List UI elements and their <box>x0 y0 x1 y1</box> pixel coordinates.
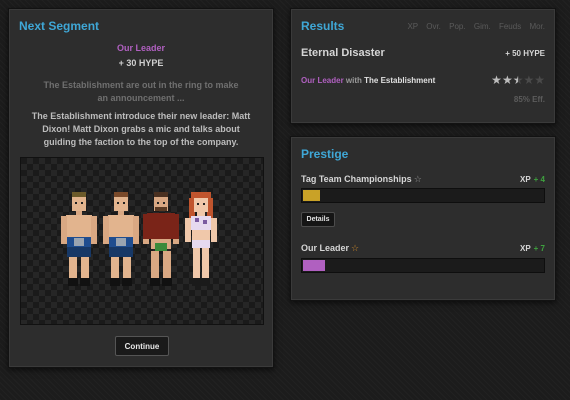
segment-leader-name: Our Leader <box>116 43 165 53</box>
prestige-progress-bar <box>301 188 545 203</box>
participant-faction[interactable]: The Establishment <box>364 76 435 85</box>
prestige-item-name: Our Leader <box>301 243 350 253</box>
leader-sprite <box>143 192 179 286</box>
prestige-item-name: Tag Team Championships <box>301 174 412 184</box>
prestige-xp: XP + 7 <box>520 244 545 253</box>
segment-description-faded: The Establishment are out in the ring to… <box>43 80 239 103</box>
prestige-progress-fill <box>303 260 325 271</box>
results-column-headers: XP Ovr. Pop. Gim. Feuds Mor. <box>401 22 545 31</box>
header-mor: Mor. <box>529 22 545 31</box>
prestige-item-label: Our Leader ☆ <box>301 243 359 254</box>
result-participants: Our Leader with The Establishment <box>301 76 435 85</box>
rating-star-icon: ★ <box>512 73 524 87</box>
xp-delta: + 4 <box>533 175 545 184</box>
header-feuds: Feuds <box>498 22 522 31</box>
details-button[interactable]: Details <box>301 212 335 227</box>
wrestler-stage <box>20 157 264 325</box>
efficiency-label: 85% Eff. <box>513 95 545 104</box>
prestige-xp: XP + 4 <box>520 175 545 184</box>
star-outline-icon: ☆ <box>351 243 360 253</box>
rating-star-icon: ★ <box>501 73 513 87</box>
prestige-title: Prestige <box>301 147 349 161</box>
wrestler-sprite <box>61 192 97 286</box>
participant-leader[interactable]: Our Leader <box>301 76 344 85</box>
participant-with: with <box>343 76 365 85</box>
wrestler-sprite <box>103 192 139 286</box>
segment-description: The Establishment introduce their new le… <box>31 111 251 147</box>
rating-star-icon: ★ <box>523 73 535 87</box>
header-pop: Pop. <box>449 22 466 31</box>
xp-delta: + 7 <box>533 244 545 253</box>
header-ovr: Ovr. <box>426 22 441 31</box>
result-segment-name: Eternal Disaster <box>301 47 385 59</box>
results-panel: Results XP Ovr. Pop. Gim. Feuds Mor. Ete… <box>290 8 556 124</box>
next-segment-title: Next Segment <box>19 19 100 33</box>
next-segment-panel: Next Segment Our Leader + 30 HYPE The Es… <box>8 8 274 368</box>
prestige-item-label: Tag Team Championships ☆ <box>301 174 422 185</box>
rating-star-icon: ★ <box>534 73 545 87</box>
prestige-progress-bar <box>301 258 545 273</box>
header-gim: Gim. <box>473 22 491 31</box>
results-title: Results <box>301 19 345 33</box>
header-xp: XP <box>407 22 418 31</box>
xp-label: XP <box>519 175 531 184</box>
segment-hype: + 30 HYPE <box>118 58 164 68</box>
continue-button[interactable]: Continue <box>115 336 169 356</box>
rating-stars: ★★★★★ <box>491 73 545 87</box>
result-hype: + 50 HYPE <box>505 49 545 58</box>
wrestler-sprite <box>185 192 217 286</box>
star-outline-icon: ☆ <box>413 174 422 184</box>
rating-star-icon: ★ <box>491 73 502 87</box>
xp-label: XP <box>519 244 531 253</box>
prestige-progress-fill <box>303 190 320 201</box>
prestige-panel: Prestige Tag Team Championships ☆ XP + 4 D… <box>290 136 556 301</box>
